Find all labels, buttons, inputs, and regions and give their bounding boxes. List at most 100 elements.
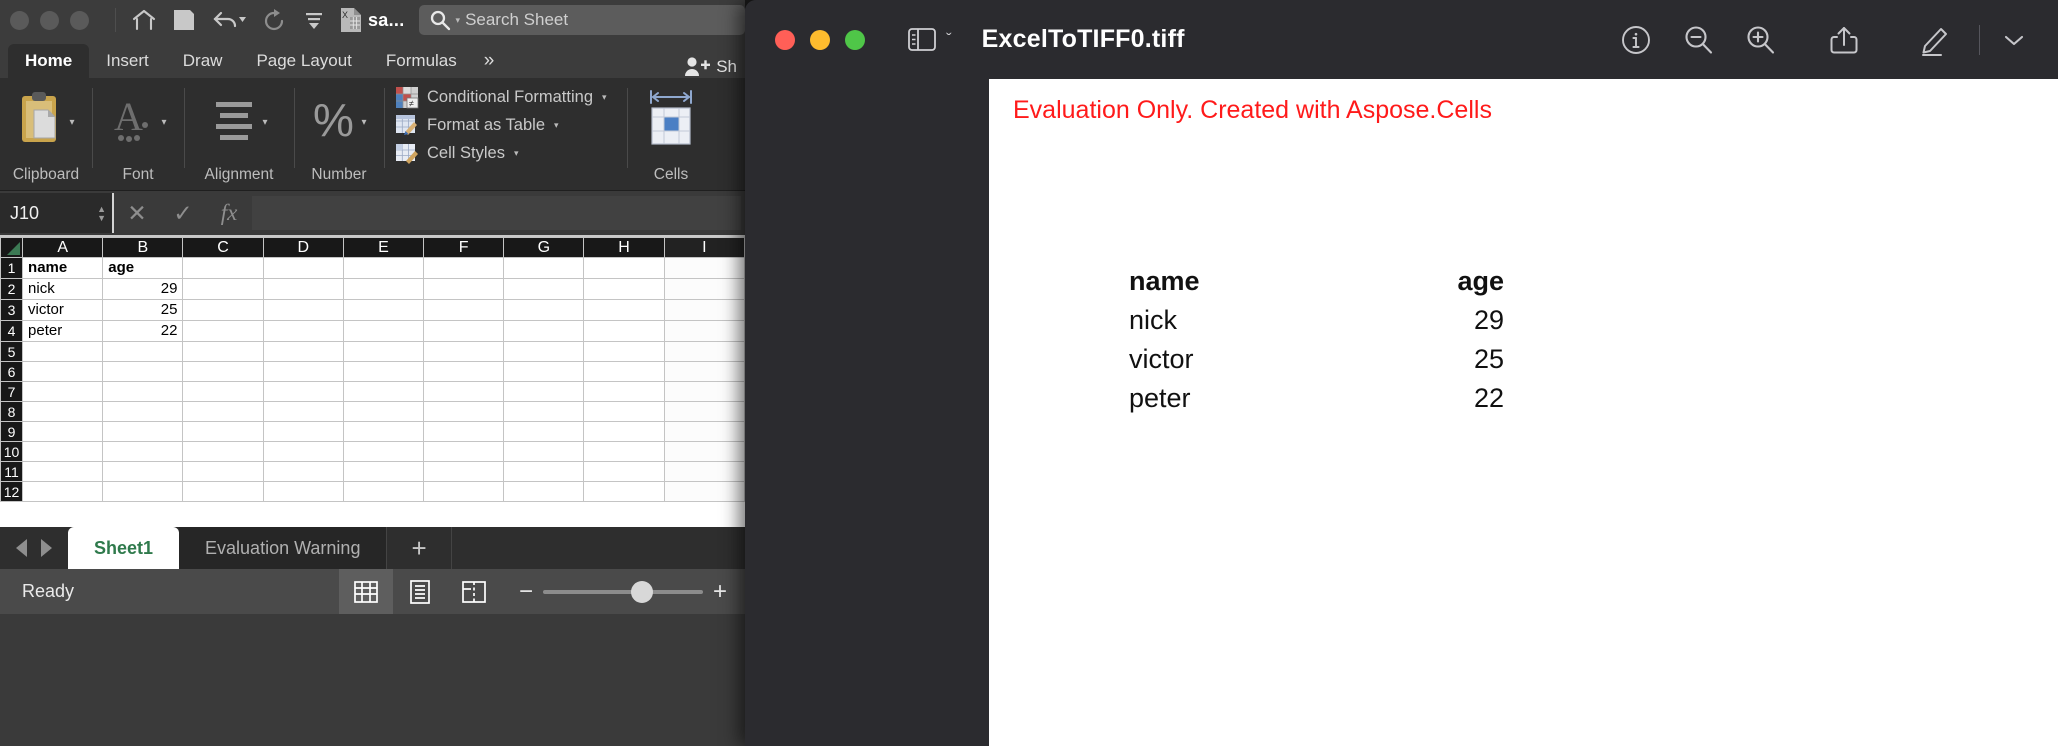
grid-cell-A4[interactable]: peter [22, 320, 104, 342]
paste-caret-icon[interactable]: ▾ [69, 118, 74, 128]
column-header-a[interactable]: A [22, 237, 104, 258]
grid-cell-C4[interactable] [182, 320, 264, 342]
excel-maximize-button[interactable] [70, 10, 89, 30]
add-sheet-button[interactable]: + [386, 527, 452, 569]
name-box-spinner[interactable]: ▲ ▼ [97, 204, 106, 222]
grid-cell-D4[interactable] [262, 320, 344, 342]
conditional-formatting-caret-icon[interactable]: ▾ [602, 92, 607, 103]
grid-cell-B5[interactable] [102, 341, 184, 362]
row-header-3[interactable]: 3 [0, 299, 24, 321]
grid-cell-H3[interactable] [583, 299, 665, 321]
sheet-nav-arrows[interactable] [0, 527, 68, 569]
preview-maximize-button[interactable] [845, 29, 865, 50]
grid-cell-E8[interactable] [342, 401, 425, 422]
grid-cell-G2[interactable] [503, 278, 585, 300]
row-header-11[interactable]: 11 [0, 461, 24, 482]
grid-cell-D7[interactable] [262, 381, 344, 402]
page-break-view-icon[interactable] [447, 569, 501, 614]
grid-cell-B7[interactable] [102, 381, 184, 402]
grid-cell-I7[interactable] [663, 381, 745, 402]
grid-cell-D1[interactable] [262, 257, 344, 279]
zoom-control[interactable]: − + [501, 579, 745, 603]
row-header-5[interactable]: 5 [0, 341, 24, 362]
grid-cell-F11[interactable] [423, 461, 505, 482]
grid-cell-H4[interactable] [583, 320, 665, 342]
grid-cell-B12[interactable] [102, 481, 184, 502]
tabs-overflow-button[interactable]: » [474, 44, 505, 78]
grid-cell-C5[interactable] [182, 341, 264, 362]
grid-cell-E5[interactable] [342, 341, 425, 362]
grid-cell-D10[interactable] [262, 441, 344, 462]
grid-cell-H11[interactable] [583, 461, 665, 482]
sheet-tab-evaluation-warning[interactable]: Evaluation Warning [179, 527, 387, 569]
formula-input[interactable] [252, 196, 741, 230]
chevron-down-icon[interactable] [1992, 9, 2036, 71]
row-header-1[interactable]: 1 [0, 257, 24, 279]
customize-toolbar-icon[interactable] [294, 3, 334, 37]
grid-cell-H8[interactable] [583, 401, 665, 422]
grid-cell-C11[interactable] [182, 461, 264, 482]
grid-cell-E1[interactable] [342, 257, 425, 279]
row-header-2[interactable]: 2 [0, 278, 24, 300]
grid-cell-F2[interactable] [423, 278, 505, 300]
grid-cell-D8[interactable] [262, 401, 344, 422]
grid-cell-H6[interactable] [583, 361, 665, 382]
grid-cell-F5[interactable] [423, 341, 505, 362]
grid-cell-G8[interactable] [503, 401, 585, 422]
tab-page-layout[interactable]: Page Layout [239, 44, 368, 78]
grid-cell-A5[interactable] [22, 341, 104, 362]
grid-cell-B8[interactable] [102, 401, 184, 422]
grid-cell-C2[interactable] [182, 278, 264, 300]
grid-cell-B10[interactable] [102, 441, 184, 462]
grid-cell-E12[interactable] [342, 481, 425, 502]
sheet-tab-sheet1[interactable]: Sheet1 [68, 527, 180, 569]
grid-cell-B3[interactable]: 25 [102, 299, 184, 321]
column-header-c[interactable]: C [182, 237, 264, 258]
zoom-out-icon[interactable] [1667, 9, 1729, 71]
grid-cell-G7[interactable] [503, 381, 585, 402]
zoom-in-icon[interactable] [1729, 9, 1791, 71]
grid-cell-E10[interactable] [342, 441, 425, 462]
grid-cell-H10[interactable] [583, 441, 665, 462]
share-button[interactable]: Sh [684, 56, 745, 78]
conditional-formatting-button[interactable]: ≠ Conditional Formatting ▾ [396, 87, 607, 109]
row-header-4[interactable]: 4 [0, 320, 24, 342]
column-header-d[interactable]: D [262, 237, 344, 258]
grid-cell-E9[interactable] [342, 421, 425, 442]
grid-cell-E2[interactable] [342, 278, 425, 300]
grid-cell-A3[interactable]: victor [22, 299, 104, 321]
column-header-g[interactable]: G [503, 237, 585, 258]
font-caret-icon[interactable]: ▾ [161, 118, 166, 128]
number-caret-icon[interactable]: ▾ [361, 118, 366, 128]
grid-cell-E11[interactable] [342, 461, 425, 482]
tab-formulas[interactable]: Formulas [369, 44, 474, 78]
sidebar-toggle-button[interactable]: ˇ [907, 27, 952, 52]
grid-cell-I10[interactable] [663, 441, 745, 462]
previous-sheet-arrow-icon[interactable] [16, 539, 27, 557]
grid-cell-I5[interactable] [663, 341, 745, 362]
tab-insert[interactable]: Insert [89, 44, 166, 78]
markup-pen-icon[interactable] [1905, 9, 1967, 71]
normal-view-icon[interactable] [338, 569, 393, 614]
home-icon[interactable] [124, 3, 164, 37]
grid-cell-C8[interactable] [182, 401, 264, 422]
tiff-page[interactable]: Evaluation Only. Created with Aspose.Cel… [989, 79, 2058, 746]
grid-cell-H12[interactable] [583, 481, 665, 502]
grid-cell-I4[interactable] [663, 320, 745, 342]
grid-cell-E7[interactable] [342, 381, 425, 402]
grid-cell-H2[interactable] [583, 278, 665, 300]
grid-cell-I6[interactable] [663, 361, 745, 382]
excel-minimize-button[interactable] [40, 10, 59, 30]
zoom-out-button[interactable]: − [519, 579, 533, 603]
grid-cell-D11[interactable] [262, 461, 344, 482]
grid-cell-C12[interactable] [182, 481, 264, 502]
spinner-up-icon[interactable]: ▲ [97, 204, 106, 213]
accept-check-icon[interactable]: ✓ [160, 190, 206, 236]
spinner-down-icon[interactable]: ▼ [97, 213, 106, 222]
grid-cell-F3[interactable] [423, 299, 505, 321]
row-header-9[interactable]: 9 [0, 421, 24, 442]
grid-cell-F6[interactable] [423, 361, 505, 382]
row-header-12[interactable]: 12 [0, 481, 24, 502]
column-header-i[interactable]: I [663, 237, 745, 258]
grid-cell-G11[interactable] [503, 461, 585, 482]
